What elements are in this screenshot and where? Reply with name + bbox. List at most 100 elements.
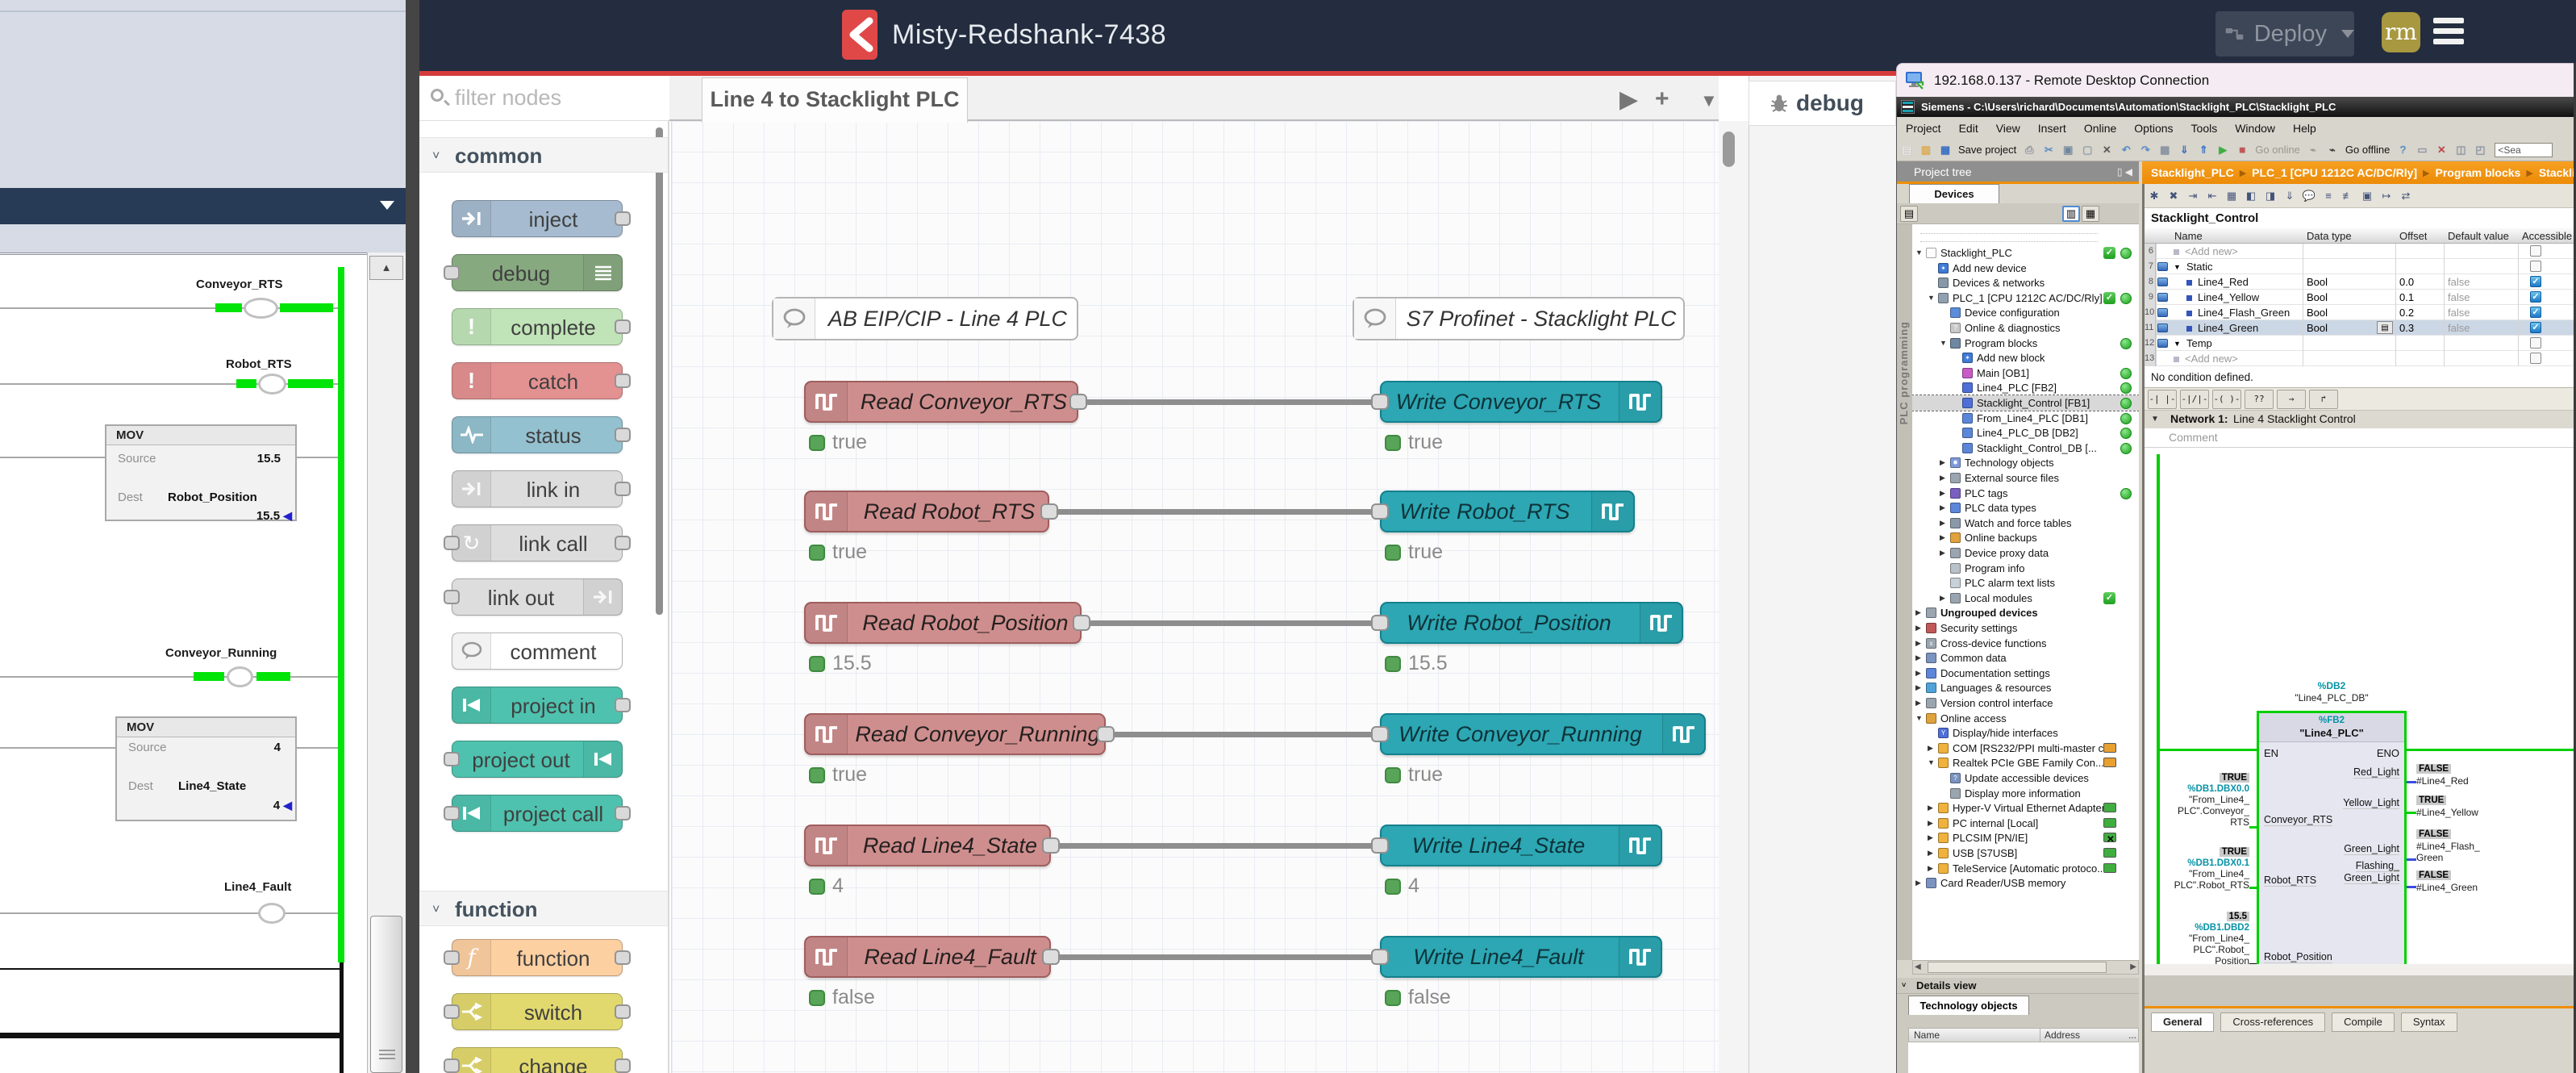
tree-item-ungrouped-devices[interactable]: ▶Ungrouped devices	[1912, 605, 2139, 620]
breadcrumb-plc-1-cpu-1212c-ac-dc-rly[interactable]: PLC_1 [CPU 1212C AC/DC/Rly]	[2252, 166, 2417, 179]
go-to-icon[interactable]: ↦	[2378, 188, 2395, 204]
tree-item-from-line4-plc-db1[interactable]: From_Line4_PLC [DB1]	[1912, 411, 2139, 426]
tree-item-display-hide-interfaces[interactable]: YDisplay/hide interfaces	[1912, 725, 2139, 741]
flow-node-read-robot-position[interactable]: Read Robot_Position	[804, 602, 1082, 644]
compile-icon[interactable]: ▩	[2156, 142, 2174, 158]
tree-item-stacklight-control-db[interactable]: Stacklight_Control_DB [...	[1912, 440, 2139, 456]
network-comment[interactable]: Comment	[2145, 428, 2576, 448]
flow-node-read-line4-fault[interactable]: Read Line4_Fault	[804, 936, 1051, 978]
ladder-insert-[interactable]: →	[2277, 390, 2306, 409]
tree-item-online-access[interactable]: ▼Online access	[1912, 711, 2139, 726]
tree-item-common-data[interactable]: ▶Common data	[1912, 650, 2139, 666]
tree-item-plc-tags[interactable]: ▶PLC tags	[1912, 486, 2139, 501]
expand-icon[interactable]: ≡	[2320, 188, 2337, 204]
output-port[interactable]	[1042, 837, 1060, 854]
tree-item-watch-and-force-tables[interactable]: ▶Watch and force tables	[1912, 516, 2139, 531]
online-icon[interactable]: ⌁	[2304, 142, 2322, 158]
close-icon[interactable]: ✕	[2432, 142, 2450, 158]
input-port[interactable]	[444, 265, 460, 280]
project-tree-hscrollbar[interactable]: ◀ ▶	[1912, 960, 2139, 975]
offline-icon[interactable]: ⌁	[2324, 142, 2341, 158]
output-port[interactable]	[615, 211, 631, 226]
copy-snapshot-icon[interactable]: ◨	[2261, 188, 2279, 204]
menu-edit[interactable]: Edit	[1950, 122, 1987, 135]
input-port[interactable]	[444, 950, 460, 965]
main-menu-icon[interactable]	[2433, 18, 2464, 47]
output-port[interactable]	[615, 1004, 631, 1019]
tab-general[interactable]: General	[2151, 1012, 2214, 1032]
palette-node-status[interactable]: status	[452, 416, 623, 453]
scrollbar-thumb[interactable]	[370, 916, 402, 1073]
snapshot-icon[interactable]: ◧	[2242, 188, 2260, 204]
menu-tools[interactable]: Tools	[2182, 122, 2227, 135]
tree-item-card-reader-usb-memory[interactable]: ▶Card Reader/USB memory	[1912, 875, 2139, 891]
var-row-line4-red[interactable]: 8Line4_RedBool0.0false✓	[2145, 274, 2576, 290]
ladder-vertical-scrollbar[interactable]: ▲	[367, 253, 406, 1073]
input-port[interactable]	[444, 536, 460, 550]
project-tree-header[interactable]: Project tree ▯ ◀	[1897, 161, 2139, 184]
ladder-insert-[interactable]: ↱	[2309, 390, 2338, 409]
menu-online[interactable]: Online	[2075, 122, 2125, 135]
tree-item-add-new-block[interactable]: ✶Add new block	[1912, 350, 2139, 365]
user-avatar[interactable]: rm	[2382, 12, 2420, 52]
tia-ladder-canvas[interactable]: %DB2"Line4_PLC_DB"%FB2"Line4_PLC"ENENOCo…	[2145, 448, 2576, 964]
accessible-checkbox[interactable]	[2530, 261, 2541, 272]
var-row-add-new[interactable]: 13<Add new>	[2145, 351, 2576, 366]
palette-node-switch[interactable]: switch	[452, 993, 623, 1030]
palette-node-link-call[interactable]: ↻link call	[452, 524, 623, 562]
go-online-label[interactable]: Go online	[2255, 144, 2300, 156]
var-row-line4-flash-green[interactable]: 10Line4_Flash_GreenBool0.2false✓	[2145, 305, 2576, 320]
flow-node-write-conveyor-running[interactable]: Write Conveyor_Running	[1380, 713, 1706, 755]
stop-cpu-icon[interactable]: ■	[2233, 142, 2251, 158]
save-project-label[interactable]: Save project	[1958, 144, 2016, 156]
palette-scrollbar-thumb[interactable]	[656, 127, 663, 615]
mov-instruction[interactable]: MOVSource4DestLine4_State4 ◀	[115, 716, 297, 821]
tree-item-teleservice-automatic-protoco[interactable]: ▶TeleService [Automatic protoco...	[1912, 861, 2139, 876]
run-flows-icon[interactable]: ▶	[1619, 86, 1638, 114]
cross-ref-icon[interactable]: ⇄	[2397, 188, 2415, 204]
add-var-icon[interactable]: ✱	[2145, 188, 2163, 204]
tree-item-online-backups[interactable]: ▶Online backups	[1912, 530, 2139, 545]
input-port[interactable]	[444, 590, 460, 604]
menu-window[interactable]: Window	[2226, 122, 2284, 135]
tree-item-devices-networks[interactable]: Devices & networks	[1912, 275, 2139, 290]
input-port[interactable]	[1371, 503, 1389, 520]
canvas-scrollbar-thumb[interactable]	[1723, 132, 1735, 167]
menu-project[interactable]: Project	[1897, 122, 1950, 135]
insert-row-icon[interactable]: ⇥	[2184, 188, 2202, 204]
network-collapse-icon[interactable]: ▼	[2151, 415, 2159, 424]
tab-devices[interactable]: Devices	[1909, 184, 1999, 203]
breadcrumb-stacklight-co[interactable]: Stacklight_Co	[2539, 166, 2576, 179]
breadcrumb-stacklight-plc[interactable]: Stacklight_PLC	[2151, 166, 2234, 179]
debug-sidebar-header[interactable]: debug	[1749, 81, 1896, 126]
upload-icon[interactable]: ⇑	[2195, 142, 2212, 158]
redo-icon[interactable]: ↷	[2136, 142, 2154, 158]
flow-node-read-conveyor-running[interactable]: Read Conveyor_Running	[804, 713, 1106, 755]
breadcrumb-program-blocks[interactable]: Program blocks	[2436, 166, 2521, 179]
comment-node-s7-profinet-stacklight-plc[interactable]: S7 Profinet - Stacklight PLC	[1353, 297, 1685, 340]
output-port[interactable]	[1069, 394, 1087, 410]
comment-toggle-icon[interactable]: 💬	[2300, 188, 2318, 204]
tree-item-main-ob1[interactable]: Main [OB1]	[1912, 365, 2139, 381]
rdp-title-bar[interactable]: 192.168.0.137 - Remote Desktop Connectio…	[1896, 63, 2576, 97]
tree-item-plcsim-pn-ie[interactable]: ▶PLCSIM [PN/IE]✕	[1912, 830, 2139, 845]
accessible-checkbox[interactable]: ✓	[2530, 322, 2541, 333]
flow-canvas[interactable]: AB EIP/CIP - Line 4 PLCS7 Profinet - Sta…	[671, 121, 1719, 1073]
flow-node-write-robot-position[interactable]: Write Robot_Position	[1380, 602, 1683, 644]
palette-node-catch[interactable]: !catch	[452, 362, 623, 399]
new-project-icon[interactable]: ▤	[1898, 142, 1915, 158]
output-port[interactable]	[615, 536, 631, 550]
tab-compile[interactable]: Compile	[2332, 1012, 2395, 1032]
palette-node-change[interactable]: change	[452, 1047, 623, 1073]
tree-item-plc-alarm-text-lists[interactable]: PLC alarm text lists	[1912, 575, 2139, 591]
output-port[interactable]	[615, 698, 631, 712]
menu-insert[interactable]: Insert	[2029, 122, 2075, 135]
tree-item-plc-1-cpu-1212c-ac-dc-rly[interactable]: ▼PLC_1 [CPU 1212C AC/DC/Rly]✓	[1912, 290, 2139, 306]
flow-node-write-conveyor-rts[interactable]: Write Conveyor_RTS	[1380, 381, 1662, 423]
output-port[interactable]	[615, 428, 631, 442]
tree-item-security-settings[interactable]: ▶Security settings	[1912, 620, 2139, 636]
palette-node-function[interactable]: ffunction	[452, 939, 623, 976]
tree-item-pc-internal-local[interactable]: ▶PC internal [Local]	[1912, 816, 2139, 831]
download-icon[interactable]: ⇓	[2175, 142, 2193, 158]
tree-item-online-diagnostics[interactable]: ?Online & diagnostics	[1912, 320, 2139, 336]
